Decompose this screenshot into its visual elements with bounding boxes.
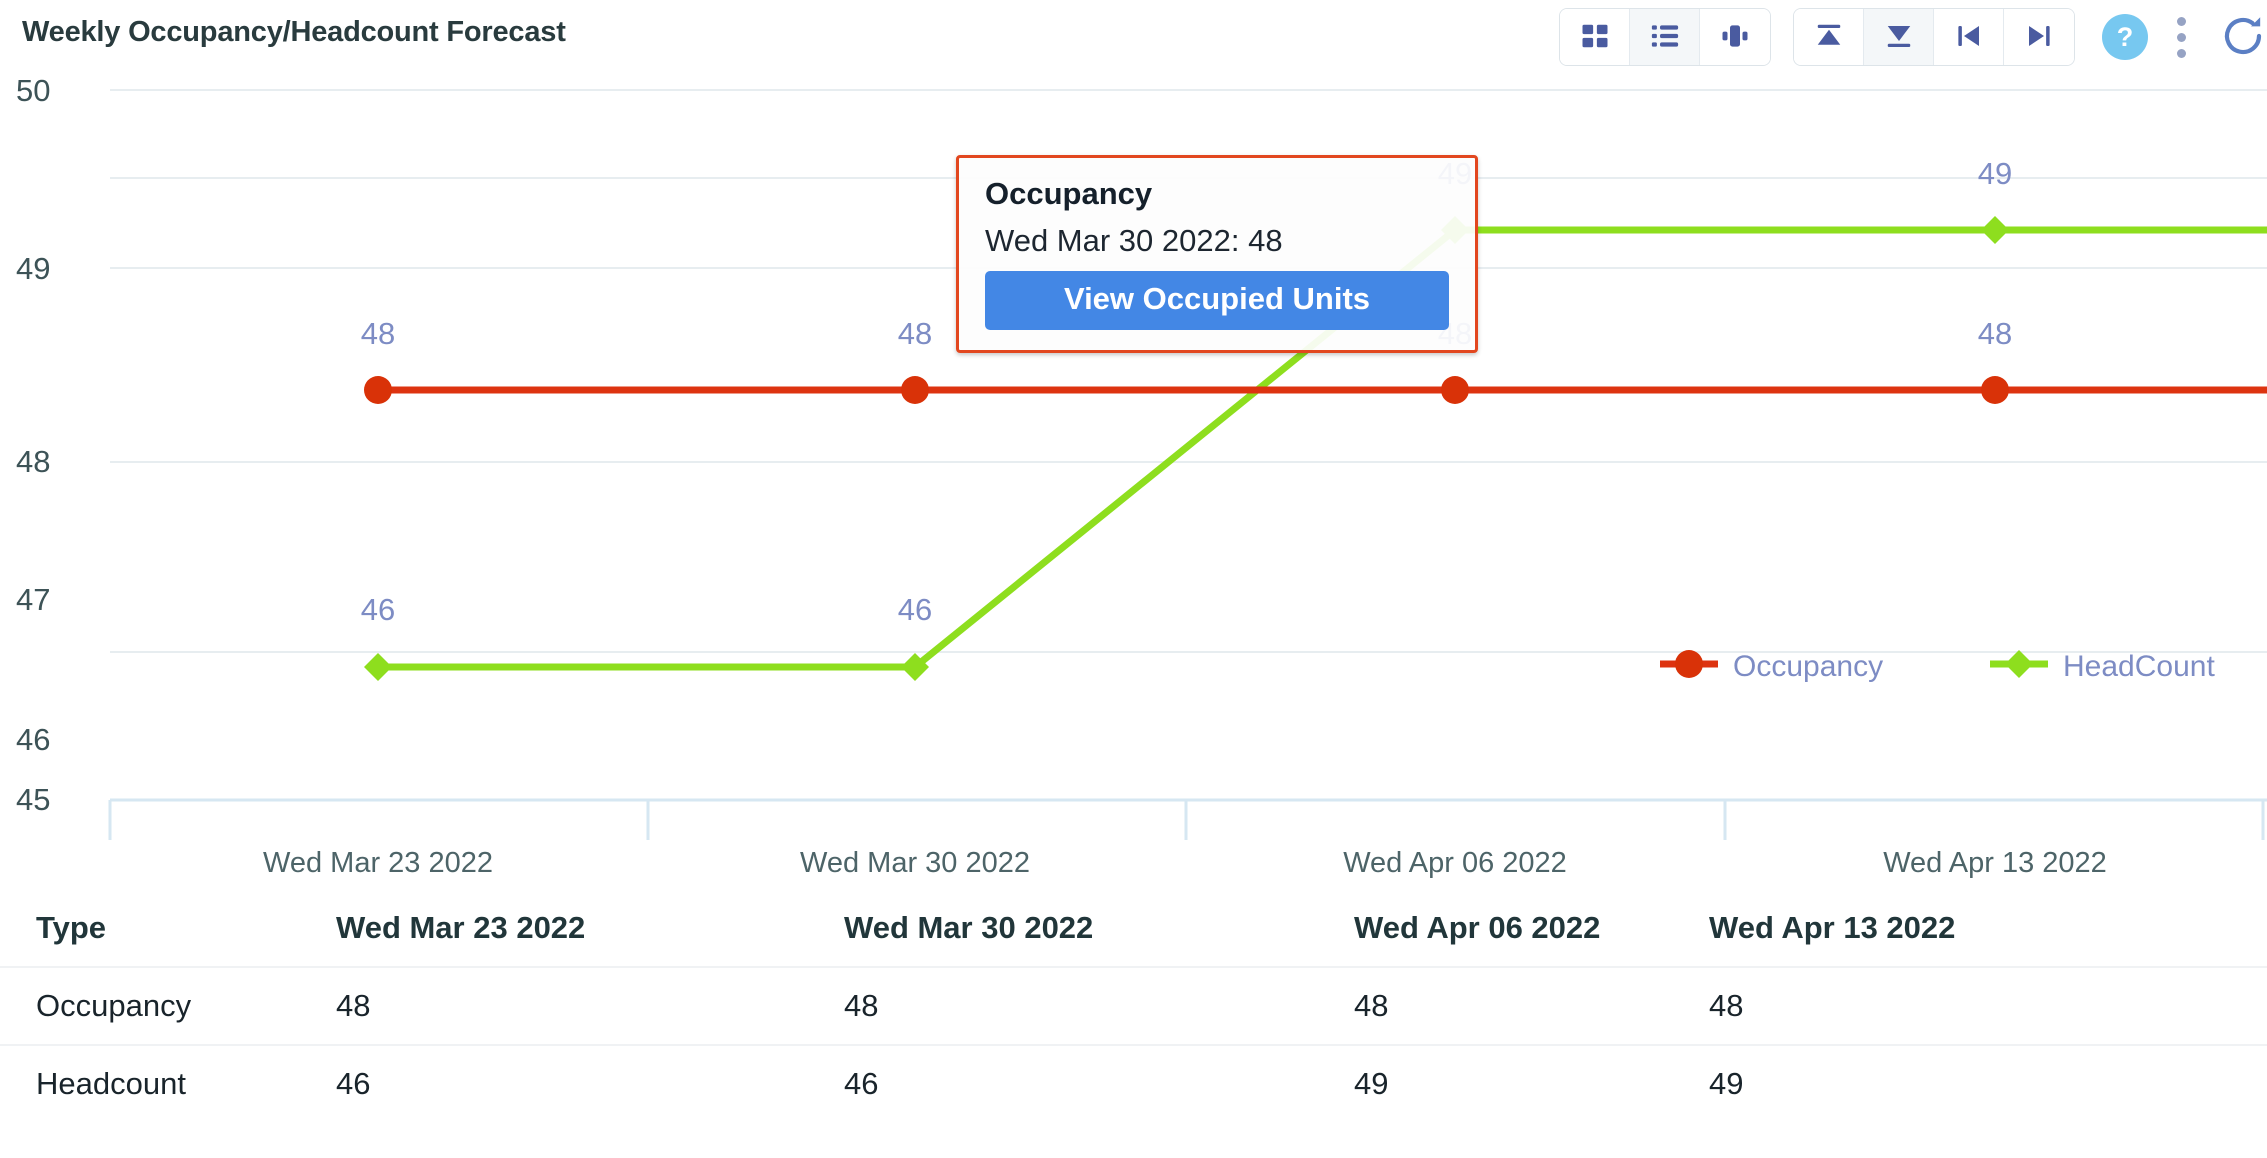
collapse-up-icon	[1814, 21, 1844, 54]
y-tick-label: 49	[16, 251, 50, 286]
y-tick-label: 45	[16, 782, 50, 817]
column-header-date: Wed Mar 23 2022	[336, 910, 586, 945]
first-page-button[interactable]	[1934, 9, 2004, 65]
toolbar: ?	[1559, 8, 2267, 66]
cell-headcount: 46	[844, 1044, 1354, 1122]
widget-header: Weekly Occupancy/Headcount Forecast ?	[0, 0, 2267, 72]
refresh-button[interactable]	[2215, 9, 2267, 65]
list-icon	[1650, 21, 1680, 54]
last-page-button[interactable]	[2004, 9, 2074, 65]
chart-tooltip[interactable]: Occupancy Wed Mar 30 2022: 48 View Occup…	[956, 155, 1478, 353]
row-label-headcount: Headcount	[0, 1044, 336, 1122]
chart-legend[interactable]: Occupancy HeadCount	[1660, 650, 2215, 683]
collapse-down-icon	[1884, 21, 1914, 54]
bar-chart-icon	[1720, 21, 1750, 54]
view-mode-button-group	[1559, 8, 1771, 66]
cell-occupancy: 48	[1709, 966, 2267, 1045]
cell-headcount: 49	[1354, 1044, 1709, 1122]
cell-occupancy: 48	[844, 966, 1354, 1045]
data-table-panel: Type Wed Mar 23 2022 Wed Mar 30 2022 Wed…	[0, 890, 2267, 1122]
help-icon: ?	[2102, 14, 2148, 60]
skip-first-icon	[1954, 21, 1984, 54]
data-label-headcount: 46	[898, 592, 932, 627]
data-label-headcount: 49	[1978, 156, 2012, 191]
x-tick-label: Wed Mar 23 2022	[263, 847, 493, 879]
grid-icon	[1580, 21, 1610, 54]
legend-label-occupancy: Occupancy	[1733, 650, 1883, 683]
row-label-occupancy: Occupancy	[0, 966, 336, 1045]
tooltip-title: Occupancy	[985, 176, 1153, 211]
y-tick-label: 48	[16, 444, 50, 479]
skip-last-icon	[2024, 21, 2054, 54]
column-header-date: Wed Mar 30 2022	[844, 910, 1094, 945]
cell-occupancy: 48	[336, 966, 844, 1045]
navigation-button-group	[1793, 8, 2075, 66]
series-occupancy[interactable]	[364, 376, 2267, 404]
page-title: Weekly Occupancy/Headcount Forecast	[22, 16, 566, 48]
data-label-headcount: 46	[361, 592, 395, 627]
collapse-bottom-button[interactable]	[1864, 9, 1934, 65]
x-tick-label: Wed Mar 30 2022	[800, 847, 1030, 879]
x-tick-label: Wed Apr 06 2022	[1343, 847, 1567, 879]
x-tick-label: Wed Apr 13 2022	[1883, 847, 2107, 879]
tooltip-value-row: Wed Mar 30 2022: 48	[985, 223, 1283, 258]
cell-headcount: 46	[336, 1044, 844, 1122]
more-options-button[interactable]	[2153, 9, 2209, 65]
kebab-menu-icon	[2176, 16, 2186, 58]
y-tick-label: 46	[16, 722, 50, 757]
forecast-table: Type Wed Mar 23 2022 Wed Mar 30 2022 Wed…	[0, 890, 2267, 1122]
cell-occupancy: 48	[1354, 966, 1709, 1045]
data-label-occupancy: 48	[898, 316, 932, 351]
cell-headcount: 49	[1709, 1044, 2267, 1122]
data-label-occupancy: 48	[361, 316, 395, 351]
table-row: Headcount 46 46 49 49	[0, 1044, 2267, 1122]
list-view-button[interactable]	[1630, 9, 1700, 65]
data-label-occupancy: 48	[1978, 316, 2012, 351]
column-header-date: Wed Apr 13 2022	[1709, 910, 1956, 945]
refresh-icon	[2219, 12, 2267, 63]
y-tick-label: 47	[16, 582, 50, 617]
table-row: Occupancy 48 48 48 48	[0, 966, 2267, 1045]
collapse-top-button[interactable]	[1794, 9, 1864, 65]
y-axis-ticks: 50 49 48 47 46 45	[16, 73, 50, 817]
grid-view-button[interactable]	[1560, 9, 1630, 65]
x-axis-ticks: Wed Mar 23 2022 Wed Mar 30 2022 Wed Apr …	[263, 847, 2107, 879]
x-axis	[108, 798, 2267, 840]
chart-view-button[interactable]	[1700, 9, 1770, 65]
legend-label-headcount: HeadCount	[2063, 650, 2215, 683]
column-header-type: Type	[36, 910, 107, 945]
view-occupied-units-button[interactable]: View Occupied Units	[985, 271, 1449, 330]
help-button[interactable]: ?	[2097, 9, 2153, 65]
table-header-row: Type Wed Mar 23 2022 Wed Mar 30 2022 Wed…	[0, 890, 2267, 967]
column-header-date: Wed Apr 06 2022	[1354, 910, 1601, 945]
y-tick-label: 50	[16, 73, 50, 108]
